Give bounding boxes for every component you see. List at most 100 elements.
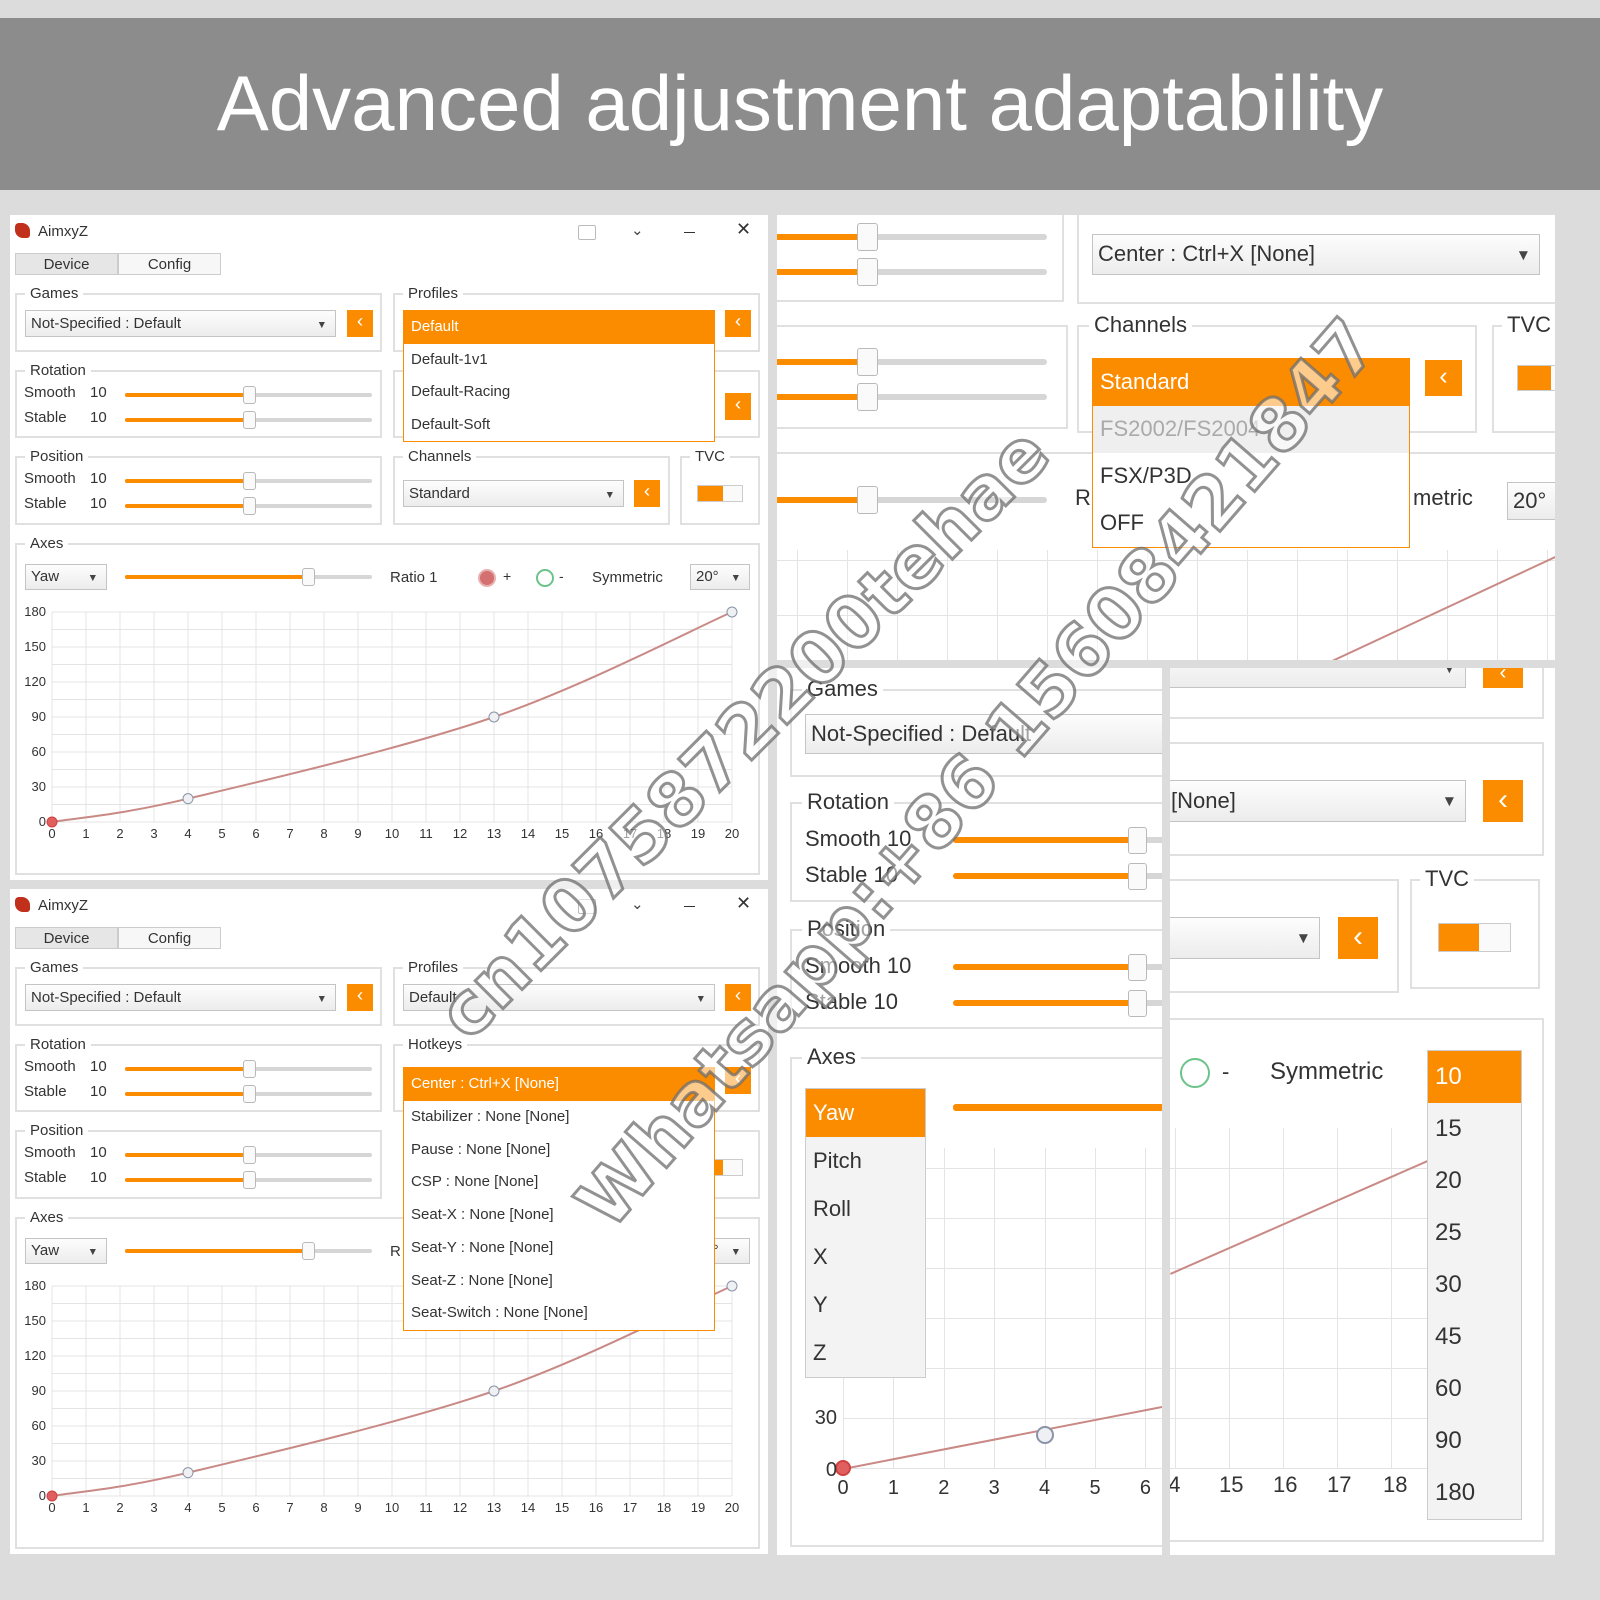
minus-radio-icon[interactable]: [1180, 1058, 1210, 1088]
top-back-button[interactable]: ‹: [1483, 668, 1523, 688]
profiles-dropdown-list-item[interactable]: Default-1v1: [404, 344, 714, 377]
axis-select[interactable]: Yaw ▼: [25, 564, 107, 590]
symmetric-dropdown-list-item[interactable]: 60: [1428, 1363, 1521, 1415]
minimize-button[interactable]: [684, 232, 695, 233]
symmetric-select[interactable]: 20° ▼: [690, 564, 750, 590]
slider-thumb[interactable]: [1127, 826, 1148, 854]
axis-select[interactable]: Yaw ▼: [25, 1238, 107, 1264]
slider-thumb[interactable]: [242, 472, 256, 490]
hotkeys-back-button[interactable]: ‹: [725, 393, 751, 420]
symmetric-dropdown-list-item[interactable]: 90: [1428, 1415, 1521, 1467]
symmetric-dropdown-list-item[interactable]: 15: [1428, 1103, 1521, 1155]
rotation-stable-slider[interactable]: [953, 862, 1162, 890]
channels-back-button[interactable]: ‹: [634, 480, 660, 507]
close-button[interactable]: ✕: [736, 219, 751, 240]
rotation-smooth-slider[interactable]: [953, 826, 1162, 854]
slider-thumb[interactable]: [242, 1146, 256, 1164]
rotation-stable-slider[interactable]: [125, 411, 372, 429]
profiles-dropdown-list-item[interactable]: Default-Racing: [404, 376, 714, 409]
close-button[interactable]: ✕: [736, 893, 751, 914]
tvc-toggle[interactable]: [697, 485, 743, 502]
slider-thumb[interactable]: [857, 382, 879, 412]
symmetric-dropdown-list-item[interactable]: 10: [1428, 1051, 1521, 1103]
position-stable-slider[interactable]: [953, 989, 1162, 1017]
symmetric-dropdown-list-item[interactable]: 25: [1428, 1207, 1521, 1259]
channels-back-button[interactable]: ‹: [1425, 360, 1462, 396]
slider-thumb[interactable]: [857, 347, 879, 377]
hotkeys-select[interactable]: [None] ▼: [1170, 780, 1466, 822]
slider-thumb[interactable]: [301, 1242, 315, 1260]
rotation-stable-slider[interactable]: [125, 1085, 372, 1103]
axis-dropdown-list-item[interactable]: Y: [806, 1281, 925, 1329]
symmetric-dropdown-list-item[interactable]: 20: [1428, 1155, 1521, 1207]
tab-config[interactable]: Config: [118, 927, 221, 949]
slider-thumb[interactable]: [1127, 953, 1148, 981]
curve-control-point[interactable]: [182, 793, 194, 805]
position-smooth-slider[interactable]: [125, 1146, 372, 1164]
slider-thumb[interactable]: [1127, 862, 1148, 890]
plus-radio-icon[interactable]: [478, 569, 496, 587]
rotation-stable-slider[interactable]: [777, 257, 1047, 287]
hotkeys-back-button[interactable]: ‹: [1483, 780, 1523, 822]
slider-thumb[interactable]: [242, 411, 256, 429]
axis-dropdown-list-item[interactable]: Pitch: [806, 1137, 925, 1185]
axis-ratio-slider-fill[interactable]: [953, 1104, 1162, 1111]
tab-config[interactable]: Config: [118, 253, 221, 275]
symmetric-dropdown-list-item[interactable]: 45: [1428, 1311, 1521, 1363]
axis-ratio-slider[interactable]: [125, 1242, 372, 1260]
profiles-dropdown-list-item[interactable]: Default: [404, 311, 714, 344]
axis-dropdown-list-item[interactable]: Yaw: [806, 1089, 925, 1137]
slider-thumb[interactable]: [242, 1060, 256, 1078]
games-select[interactable]: Not-Specified : Default ▼: [25, 310, 336, 337]
slider-thumb[interactable]: [242, 497, 256, 515]
games-back-button[interactable]: ‹: [347, 984, 373, 1011]
position-stable-slider[interactable]: [125, 1171, 372, 1189]
position-smooth-slider[interactable]: [777, 347, 1047, 377]
minimize-button[interactable]: [684, 906, 695, 907]
profiles-dropdown-list-item[interactable]: Default-Soft: [404, 409, 714, 442]
position-stable-slider[interactable]: [125, 497, 372, 515]
profiles-back-button[interactable]: ‹: [725, 310, 751, 337]
position-smooth-slider[interactable]: [953, 953, 1162, 981]
hotkeys-dropdown-list-item[interactable]: Seat-Y : None [None]: [404, 1232, 714, 1265]
curve-control-point[interactable]: [488, 711, 500, 723]
hotkeys-select[interactable]: Center : Ctrl+X [None] ▼: [1092, 234, 1540, 275]
channels-select[interactable]: ▼: [1170, 917, 1320, 959]
hotkeys-dropdown-list-item[interactable]: Seat-Z : None [None]: [404, 1264, 714, 1297]
hotkeys-dropdown-list-item[interactable]: Seat-Switch : None [None]: [404, 1297, 714, 1330]
feedback-icon[interactable]: [578, 225, 596, 240]
axis-ratio-slider[interactable]: [125, 568, 372, 586]
slider-thumb[interactable]: [857, 222, 879, 252]
tab-device[interactable]: Device: [15, 253, 118, 275]
curve-control-point[interactable]: [182, 1467, 194, 1479]
axis-dropdown-list-item[interactable]: X: [806, 1233, 925, 1281]
curve-control-point[interactable]: [1036, 1426, 1054, 1444]
symmetric-dropdown-list-item[interactable]: 180: [1428, 1467, 1521, 1519]
position-stable-slider[interactable]: [777, 382, 1047, 412]
channels-select[interactable]: Standard ▼: [403, 480, 624, 507]
games-back-button[interactable]: ‹: [347, 310, 373, 337]
tvc-toggle[interactable]: [1517, 365, 1555, 391]
rotation-smooth-slider[interactable]: [125, 1060, 372, 1078]
tvc-toggle[interactable]: [1438, 923, 1511, 952]
slider-thumb[interactable]: [857, 485, 879, 515]
symmetric-select[interactable]: 20°: [1507, 482, 1555, 520]
rotation-smooth-slider[interactable]: [777, 222, 1047, 252]
slider-thumb[interactable]: [242, 1085, 256, 1103]
symmetric-dropdown-list-item[interactable]: 30: [1428, 1259, 1521, 1311]
tab-device[interactable]: Device: [15, 927, 118, 949]
curve-control-point[interactable]: [488, 1385, 500, 1397]
slider-thumb[interactable]: [301, 568, 315, 586]
slider-thumb[interactable]: [242, 1171, 256, 1189]
chevron-down-icon[interactable]: ⌄: [631, 221, 644, 239]
axis-dropdown-list-item[interactable]: Z: [806, 1329, 925, 1377]
top-select[interactable]: ▼: [1170, 668, 1466, 688]
curve-control-point[interactable]: [726, 1280, 738, 1292]
channels-back-button[interactable]: ‹: [1338, 917, 1378, 959]
axis-dropdown-list-item[interactable]: Roll: [806, 1185, 925, 1233]
games-select[interactable]: Not-Specified : Default ▼: [25, 984, 336, 1011]
minus-radio-icon[interactable]: [536, 569, 554, 587]
slider-thumb[interactable]: [857, 257, 879, 287]
hotkeys-dropdown-list-item[interactable]: Seat-X : None [None]: [404, 1199, 714, 1232]
slider-thumb[interactable]: [242, 386, 256, 404]
